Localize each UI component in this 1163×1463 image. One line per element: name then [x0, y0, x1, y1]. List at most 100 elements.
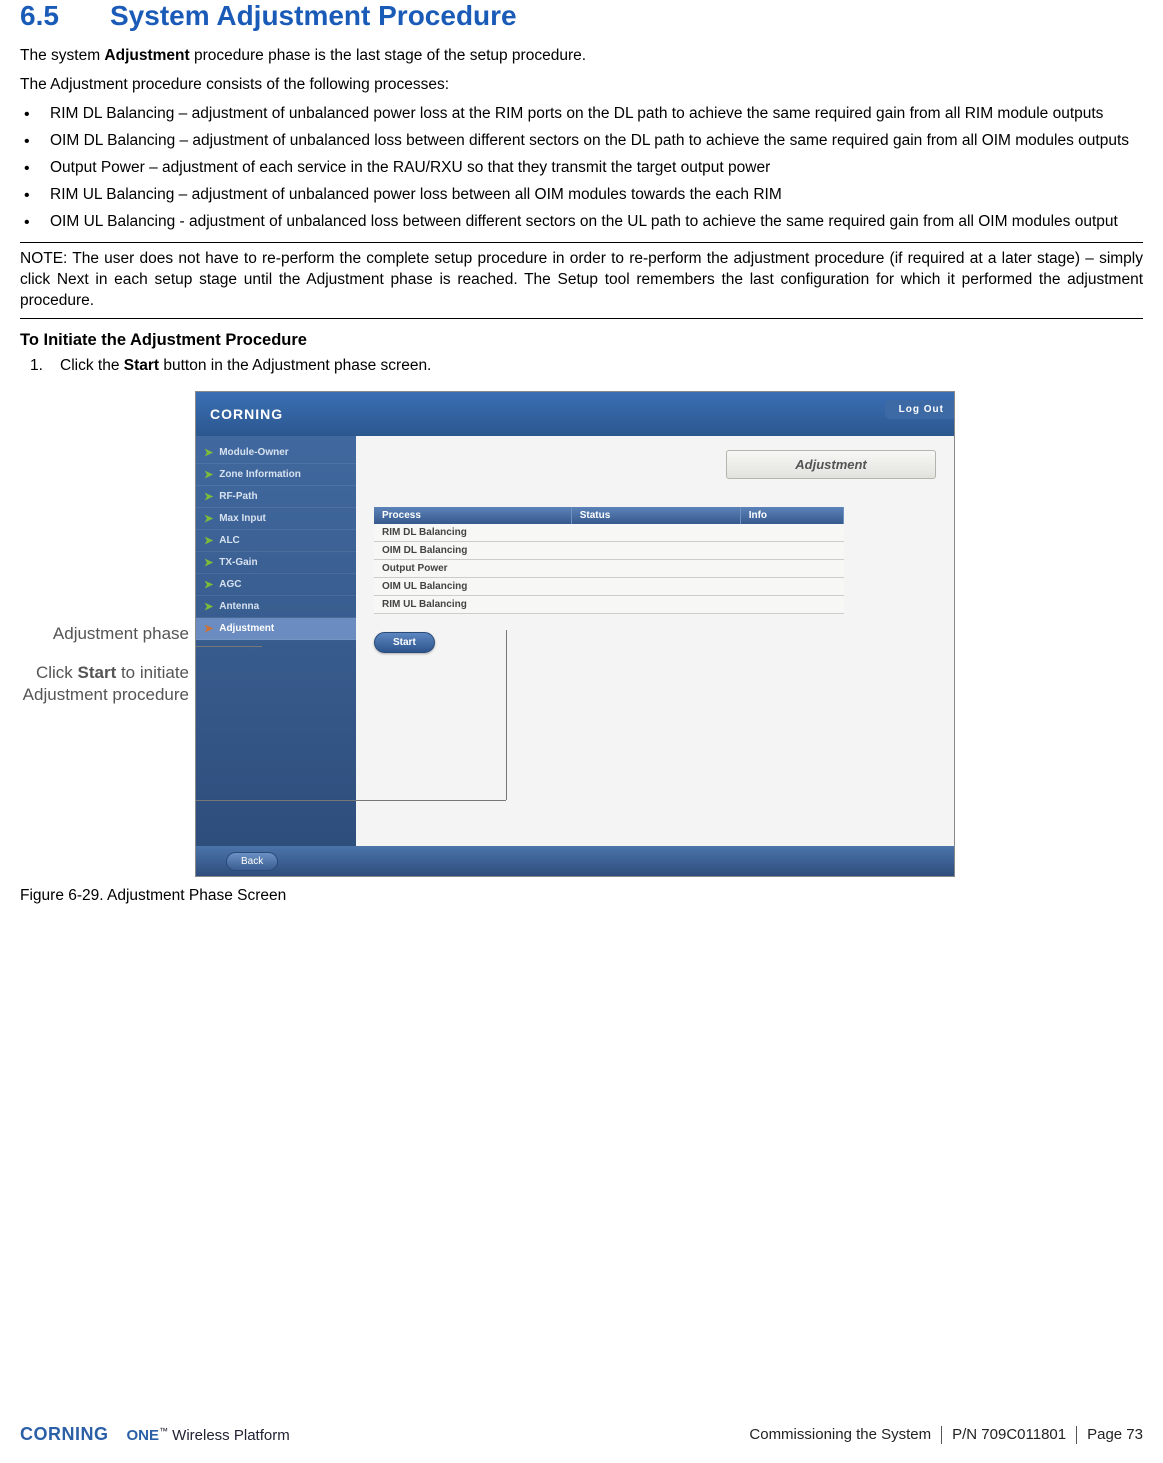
text-fragment: Click — [36, 663, 78, 682]
arrow-icon: ➤ — [204, 556, 213, 569]
section-number: 6.5 — [20, 0, 110, 32]
trademark-icon: ™ — [159, 1426, 168, 1436]
back-button[interactable]: Back — [226, 852, 278, 871]
sidebar-item-label: AGC — [219, 579, 241, 590]
step-item: Click the Start button in the Adjustment… — [60, 356, 1143, 377]
table-cell: RIM DL Balancing — [374, 524, 571, 542]
sidebar-item-agc[interactable]: ➤ AGC — [196, 574, 356, 596]
process-table: Process Status Info RIM DL Balancing OIM… — [374, 507, 844, 614]
table-cell — [571, 578, 740, 596]
table-cell — [740, 596, 843, 614]
sidebar-item-label: RF-Path — [219, 491, 257, 502]
footer-left: CORNING ONE™ Wireless Platform — [20, 1424, 290, 1445]
table-cell — [571, 542, 740, 560]
sidebar-item-adjustment[interactable]: ➤ Adjustment — [196, 618, 356, 640]
table-cell: OIM UL Balancing — [374, 578, 571, 596]
table-cell: Output Power — [374, 560, 571, 578]
app-header: CORNING Log Out — [196, 392, 954, 436]
sidebar-item-label: Module-Owner — [219, 447, 288, 458]
text-bold: Start — [124, 357, 159, 374]
bullet-item: RIM DL Balancing – adjustment of unbalan… — [20, 104, 1143, 125]
corning-logo: CORNING — [20, 1424, 109, 1445]
brand-logo: CORNING — [210, 406, 283, 422]
sidebar-item-antenna[interactable]: ➤Antenna — [196, 596, 356, 618]
sidebar-item-label: Antenna — [219, 601, 259, 612]
bullet-item: RIM UL Balancing – adjustment of unbalan… — [20, 185, 1143, 206]
arrow-icon: ➤ — [204, 446, 213, 459]
arrow-icon: ➤ — [204, 534, 213, 547]
table-row: OIM UL Balancing — [374, 578, 844, 596]
sidebar-item-tx-gain[interactable]: ➤ TX-Gain — [196, 552, 356, 574]
separator-icon — [1076, 1426, 1077, 1444]
intro-paragraph-1: The system Adjustment procedure phase is… — [20, 46, 1143, 67]
sidebar-item-alc[interactable]: ➤ALC — [196, 530, 356, 552]
one-suffix: Wireless Platform — [168, 1427, 290, 1444]
sidebar: ➤ Module-Owner ➤ Zone Information ➤ RF-Path… — [196, 436, 356, 846]
bullet-item: OIM DL Balancing – adjustment of unbalan… — [20, 131, 1143, 152]
sidebar-item-rf-path[interactable]: ➤ RF-Path — [196, 486, 356, 508]
sidebar-item-label: Zone Information — [219, 469, 301, 480]
bullet-item: Output Power – adjustment of each servic… — [20, 158, 1143, 179]
app-body: ➤ Module-Owner ➤ Zone Information ➤ RF-Path… — [196, 436, 954, 846]
arrow-icon: ➤ — [204, 578, 213, 591]
section-heading: 6.5System Adjustment Procedure — [20, 0, 1143, 32]
table-cell: RIM UL Balancing — [374, 596, 571, 614]
callout-line — [196, 646, 262, 647]
steps-list: Click the Start button in the Adjustment… — [20, 356, 1143, 377]
sidebar-item-label: Adjustment — [219, 623, 274, 634]
annotation-phase: Adjustment phase — [20, 623, 189, 644]
sidebar-item-max-input[interactable]: ➤ Max Input — [196, 508, 356, 530]
content-title: Adjustment — [726, 450, 936, 479]
sidebar-item-zone-information[interactable]: ➤ Zone Information — [196, 464, 356, 486]
section-title: System Adjustment Procedure — [110, 0, 517, 31]
table-cell — [740, 524, 843, 542]
text-fragment: button in the Adjustment phase screen. — [159, 357, 431, 374]
table-row: RIM DL Balancing — [374, 524, 844, 542]
button-row: Start — [374, 632, 936, 653]
page-footer: CORNING ONE™ Wireless Platform Commissio… — [20, 1424, 1143, 1445]
footer-pn: P/N 709C011801 — [952, 1426, 1066, 1443]
one-logo: ONE™ Wireless Platform — [127, 1426, 290, 1444]
table-cell — [571, 524, 740, 542]
footer-right: Commissioning the System P/N 709C011801 … — [749, 1426, 1143, 1444]
table-cell — [571, 596, 740, 614]
annotation-column: Adjustment phase Click Start to initiate… — [20, 391, 195, 705]
text-bold: Start — [78, 663, 117, 682]
separator-icon — [941, 1426, 942, 1444]
figure-caption: Figure 6-29. Adjustment Phase Screen — [20, 887, 1143, 905]
arrow-icon: ➤ — [204, 468, 213, 481]
table-cell — [740, 542, 843, 560]
table-cell — [740, 560, 843, 578]
note-block: NOTE: The user does not have to re-perfo… — [20, 242, 1143, 319]
table-header-process: Process — [374, 507, 571, 524]
process-bullet-list: RIM DL Balancing – adjustment of unbalan… — [20, 104, 1143, 233]
footer-page: Page 73 — [1087, 1426, 1143, 1443]
table-cell — [571, 560, 740, 578]
footer-section: Commissioning the System — [749, 1426, 931, 1443]
content-area: Adjustment Process Status Info RIM DL Ba… — [356, 436, 954, 846]
table-row: RIM UL Balancing — [374, 596, 844, 614]
one-word: ONE — [127, 1427, 160, 1444]
table-cell: OIM DL Balancing — [374, 542, 571, 560]
table-header-status: Status — [571, 507, 740, 524]
subheading: To Initiate the Adjustment Procedure — [20, 331, 1143, 350]
screenshot-window: CORNING Log Out ➤ Module-Owner ➤ Zone Info… — [195, 391, 955, 877]
bullet-item: OIM UL Balancing - adjustment of unbalan… — [20, 212, 1143, 233]
text-fragment: The system — [20, 47, 104, 64]
app-footer: Back — [196, 846, 954, 876]
arrow-icon: ➤ — [204, 622, 213, 635]
arrow-icon: ➤ — [204, 490, 213, 503]
figure-wrap: Adjustment phase Click Start to initiate… — [20, 391, 1143, 877]
annotation-start: Click Start to initiate Adjustment proce… — [20, 662, 189, 705]
logout-button[interactable]: Log Out — [885, 400, 954, 419]
text-fragment: procedure phase is the last stage of the… — [190, 47, 586, 64]
text-bold: Adjustment — [104, 47, 189, 64]
sidebar-item-label: Max Input — [219, 513, 266, 524]
intro-paragraph-2: The Adjustment procedure consists of the… — [20, 75, 1143, 96]
sidebar-item-label: TX-Gain — [219, 557, 257, 568]
table-row: Output Power — [374, 560, 844, 578]
start-button[interactable]: Start — [374, 632, 435, 653]
table-cell — [740, 578, 843, 596]
arrow-icon: ➤ — [204, 512, 213, 525]
sidebar-item-module-owner[interactable]: ➤ Module-Owner — [196, 442, 356, 464]
